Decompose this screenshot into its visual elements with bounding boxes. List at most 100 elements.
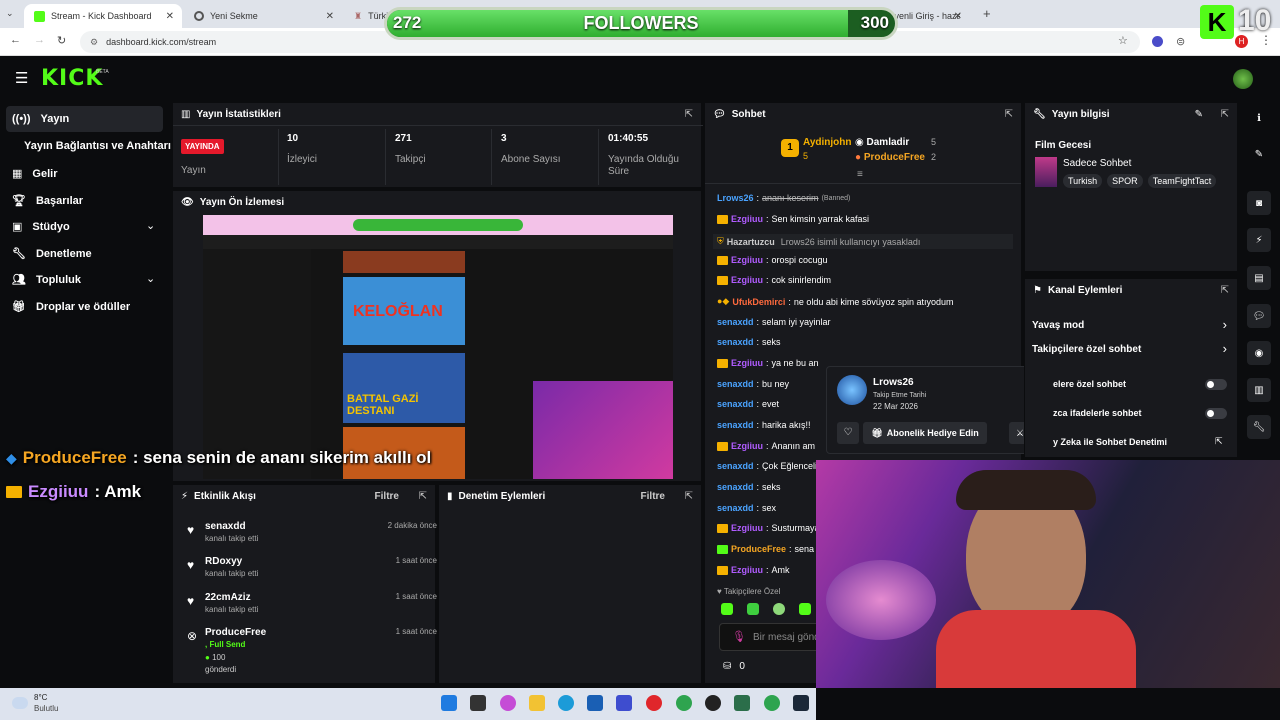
- points-icon[interactable]: ⛁: [723, 661, 731, 672]
- external-link-icon[interactable]: ⇱: [1215, 436, 1223, 447]
- document-icon[interactable]: ▤: [1247, 266, 1271, 290]
- info-icon[interactable]: ℹ: [1247, 106, 1271, 130]
- chat-username[interactable]: senaxdd: [717, 482, 754, 492]
- task-view-icon[interactable]: [470, 695, 486, 711]
- edge-icon[interactable]: [558, 695, 574, 711]
- chat-username[interactable]: Ezgiiuu: [731, 565, 763, 575]
- chat-username[interactable]: UfukDemirci: [732, 297, 785, 307]
- forward-icon[interactable]: →: [34, 34, 45, 46]
- app-icon[interactable]: [734, 695, 750, 711]
- filter-button[interactable]: Filtre: [641, 491, 665, 502]
- chrome-icon[interactable]: [764, 695, 780, 711]
- steam-icon[interactable]: [793, 695, 809, 711]
- tab-list-icon[interactable]: ⌄: [6, 8, 14, 19]
- popout-icon[interactable]: ⇱: [1221, 109, 1229, 120]
- chat-username[interactable]: senaxdd: [717, 399, 754, 409]
- extension-icon[interactable]: [1152, 36, 1163, 47]
- stream-preview-video[interactable]: KELOĞLAN BATTAL GAZİ DESTANI: [203, 215, 673, 479]
- sidebar-item-basarilar[interactable]: 🏆︎ Başarılar: [12, 194, 83, 208]
- file-explorer-icon[interactable]: [529, 695, 545, 711]
- sidebar-item-denetleme[interactable]: 🔧︎ Denetleme: [12, 247, 92, 261]
- popout-icon[interactable]: ⇱: [419, 491, 427, 502]
- popout-icon[interactable]: ⇱: [1221, 285, 1229, 296]
- layout-icon[interactable]: ▥: [1247, 378, 1271, 402]
- user-card-name[interactable]: Lrows26: [873, 377, 914, 388]
- lightning-icon[interactable]: ⚡︎: [1247, 228, 1271, 252]
- chevron-down-icon[interactable]: ⌄: [146, 272, 155, 285]
- sidebar-item-yayin[interactable]: ((•)) Yayın: [12, 113, 69, 125]
- copilot-icon[interactable]: [500, 695, 516, 711]
- back-icon[interactable]: ←: [10, 34, 21, 46]
- chat-username[interactable]: senaxdd: [717, 337, 754, 347]
- leader-name[interactable]: ● ProduceFree: [855, 152, 925, 163]
- edit-icon[interactable]: ✎: [1247, 142, 1271, 166]
- chat-username[interactable]: senaxdd: [717, 379, 754, 389]
- emote-icon[interactable]: [747, 603, 759, 615]
- popout-icon[interactable]: ⇱: [1005, 109, 1013, 120]
- reload-icon[interactable]: ↻: [57, 34, 66, 47]
- kick-logo[interactable]: KICK: [41, 66, 103, 91]
- wrench-icon[interactable]: 🔧︎: [1247, 415, 1271, 439]
- chrome-icon[interactable]: [676, 695, 692, 711]
- close-icon[interactable]: ✕: [166, 11, 174, 22]
- chat-username[interactable]: ProduceFree: [731, 544, 786, 554]
- action-slow-mode[interactable]: Yavaş mod: [1032, 320, 1084, 331]
- close-icon[interactable]: ✕: [326, 11, 334, 22]
- emote-only-toggle[interactable]: [1205, 408, 1227, 419]
- site-info-icon[interactable]: ⚙: [90, 37, 98, 48]
- emote-icon[interactable]: [799, 603, 811, 615]
- leader-name[interactable]: Aydinjohn: [803, 137, 852, 148]
- camera-icon[interactable]: ◙: [1247, 191, 1271, 215]
- popout-icon[interactable]: ⇱: [685, 491, 693, 502]
- new-tab-button[interactable]: +: [983, 6, 991, 21]
- filter-button[interactable]: Filtre: [375, 491, 399, 502]
- sidebar-item-gelir[interactable]: ▦ Gelir: [12, 167, 57, 181]
- tab-turk[interactable]: ♜ Türki: [344, 4, 388, 28]
- action-followers-only[interactable]: Takipçilere özel sohbet: [1032, 344, 1141, 355]
- extension-icon[interactable]: ⊜: [1176, 35, 1185, 48]
- sidebar-item-topluluk[interactable]: 👥︎ Topluluk: [12, 273, 81, 287]
- gift-sub-button[interactable]: 🎁︎ Abonelik Hediye Edin: [863, 422, 987, 444]
- chat-username[interactable]: Hazartuzcu: [727, 237, 775, 247]
- activity-user[interactable]: ProduceFree: [205, 627, 266, 638]
- subs-only-toggle[interactable]: [1205, 379, 1227, 390]
- popout-icon[interactable]: ⇱: [685, 109, 693, 120]
- chat-username[interactable]: Ezgiiuu: [731, 358, 763, 368]
- broadcast-icon[interactable]: ◉: [1247, 341, 1271, 365]
- edit-icon[interactable]: ✎: [1195, 109, 1203, 120]
- activity-user[interactable]: senaxdd: [205, 521, 246, 532]
- chevron-down-icon[interactable]: ⌄: [146, 219, 155, 232]
- chat-username[interactable]: Ezgiiuu: [731, 214, 763, 224]
- sidebar-item-droplar[interactable]: 🎁︎ Droplar ve ödüller: [12, 300, 130, 314]
- chevron-right-icon[interactable]: ›: [1223, 317, 1227, 332]
- collapse-icon[interactable]: ≡: [857, 169, 863, 180]
- user-avatar[interactable]: [1233, 69, 1253, 89]
- bookmark-star-icon[interactable]: ☆: [1118, 34, 1128, 47]
- leader-name[interactable]: ◉ Damladir: [855, 137, 909, 148]
- tab-new[interactable]: Yeni Sekme ✕: [184, 4, 342, 28]
- chat-username[interactable]: Ezgiiuu: [731, 255, 763, 265]
- emote-icon[interactable]: [721, 603, 733, 615]
- store-icon[interactable]: [587, 695, 603, 711]
- chat-username[interactable]: Ezgiiuu: [731, 275, 763, 285]
- activity-user[interactable]: 22cmAziz: [205, 592, 251, 603]
- hamburger-menu-icon[interactable]: ☰: [15, 69, 28, 87]
- chevron-right-icon[interactable]: ›: [1223, 341, 1227, 356]
- follow-heart-button[interactable]: ♡: [837, 422, 859, 444]
- chat-username[interactable]: senaxdd: [717, 420, 754, 430]
- chat-username[interactable]: senaxdd: [717, 503, 754, 513]
- sidebar-item-studyo[interactable]: ▣ Stüdyo: [12, 220, 70, 234]
- app-icon[interactable]: [616, 695, 632, 711]
- emote-icon[interactable]: [773, 603, 785, 615]
- close-icon[interactable]: ✕: [954, 11, 962, 22]
- obs-icon[interactable]: [705, 695, 721, 711]
- windows-start-icon[interactable]: [441, 695, 457, 711]
- action-ai-moderation[interactable]: y Zeka ile Sohbet Denetimi: [1053, 437, 1167, 447]
- activity-user[interactable]: RDoxyy: [205, 556, 242, 567]
- tab-kick-dashboard[interactable]: Stream - Kick Dashboard ✕: [24, 4, 182, 28]
- chat-username[interactable]: senaxdd: [717, 317, 754, 327]
- category-name[interactable]: Sadece Sohbet: [1063, 158, 1131, 169]
- chat-icon[interactable]: 💬︎: [1247, 304, 1271, 328]
- opera-icon[interactable]: [646, 695, 662, 711]
- chat-username[interactable]: senaxdd: [717, 461, 754, 471]
